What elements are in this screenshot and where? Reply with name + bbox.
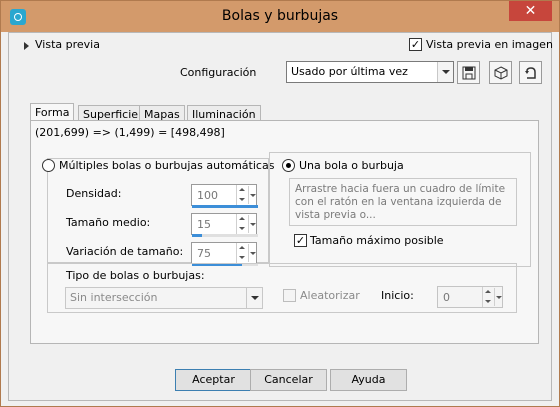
start-value: 0 xyxy=(443,291,450,304)
reset-button[interactable] xyxy=(519,61,542,84)
randomize-label: Aleatorizar xyxy=(300,289,360,302)
expand-preview-icon[interactable] xyxy=(24,42,29,50)
random-preset-button[interactable] xyxy=(489,61,512,84)
dialog-window: Bolas y burbujas ✕ Vista previa ✓ Vista … xyxy=(0,0,560,407)
size-spinner[interactable]: 15 xyxy=(191,213,258,237)
type-label: Tipo de bolas o burbujas: xyxy=(66,269,205,282)
density-value: 100 xyxy=(197,189,218,202)
cancel-button[interactable]: Cancelar xyxy=(250,369,327,391)
auto-radio[interactable] xyxy=(42,159,55,172)
increment-icon[interactable] xyxy=(236,185,247,195)
save-preset-button[interactable] xyxy=(457,61,480,84)
decrement-icon[interactable] xyxy=(236,224,247,234)
slider-toggle-icon[interactable] xyxy=(494,288,502,306)
preview-in-image-label: Vista previa en imagen xyxy=(426,38,553,51)
bubble-type-value: Sin intersección xyxy=(70,291,158,304)
max-size-label: Tamaño máximo posible xyxy=(310,234,444,247)
title-bar[interactable]: Bolas y burbujas ✕ xyxy=(1,1,559,32)
reset-icon xyxy=(524,66,536,79)
chevron-down-icon xyxy=(246,288,262,308)
coords-readout: (201,699) => (1,499) = [498,498] xyxy=(35,126,225,139)
decrement-icon[interactable] xyxy=(236,253,247,263)
variation-spinner[interactable]: 75 xyxy=(191,242,258,266)
tab-forma-label: Forma xyxy=(35,106,70,119)
start-spinner[interactable]: 0 xyxy=(437,286,503,308)
variation-value: 75 xyxy=(197,247,211,260)
density-fill xyxy=(192,205,258,208)
chevron-down-icon xyxy=(437,62,453,82)
variation-label: Variación de tamaño: xyxy=(66,245,184,258)
single-radio[interactable] xyxy=(282,159,295,172)
size-label: Tamaño medio: xyxy=(66,216,151,229)
slider-toggle-icon[interactable] xyxy=(248,215,256,233)
auto-radio-label: Múltiples bolas o burbujas automáticas xyxy=(59,159,275,172)
slider-toggle-icon[interactable] xyxy=(248,186,256,204)
bubble-type-select[interactable]: Sin intersección xyxy=(65,287,263,309)
window-title: Bolas y burbujas xyxy=(221,8,339,24)
size-value: 15 xyxy=(197,218,211,231)
start-label: Inicio: xyxy=(381,289,414,302)
density-label: Densidad: xyxy=(66,187,122,200)
increment-icon[interactable] xyxy=(482,287,493,297)
density-track xyxy=(192,205,258,208)
increment-icon[interactable] xyxy=(236,214,247,224)
cube-icon xyxy=(494,65,507,80)
max-size-checkbox[interactable]: ✓ xyxy=(294,234,307,247)
single-radio-label: Una bola o burbuja xyxy=(299,159,404,172)
preview-in-image-checkbox[interactable]: ✓ xyxy=(409,38,422,51)
preview-toggle-label[interactable]: Vista previa xyxy=(35,38,100,51)
size-track xyxy=(192,234,258,237)
config-select-value: Usado por última vez xyxy=(291,65,408,78)
increment-icon[interactable] xyxy=(236,243,247,253)
size-fill xyxy=(192,234,202,237)
config-label: Configuración xyxy=(180,66,257,79)
save-icon xyxy=(462,66,475,79)
density-spinner[interactable]: 100 xyxy=(191,184,258,208)
decrement-icon[interactable] xyxy=(482,297,493,307)
decrement-icon[interactable] xyxy=(236,195,247,205)
ok-button[interactable]: Aceptar xyxy=(175,369,252,391)
randomize-checkbox[interactable] xyxy=(283,289,296,302)
help-button[interactable]: Ayuda xyxy=(330,369,407,391)
single-hint-text: Arrastre hacia fuera un cuadro de límite… xyxy=(289,178,517,226)
close-button[interactable]: ✕ xyxy=(509,1,552,21)
dialog-body: Vista previa ✓ Vista previa en imagen Co… xyxy=(8,32,553,401)
slider-toggle-icon[interactable] xyxy=(248,244,256,262)
config-select[interactable]: Usado por última vez xyxy=(286,61,454,83)
